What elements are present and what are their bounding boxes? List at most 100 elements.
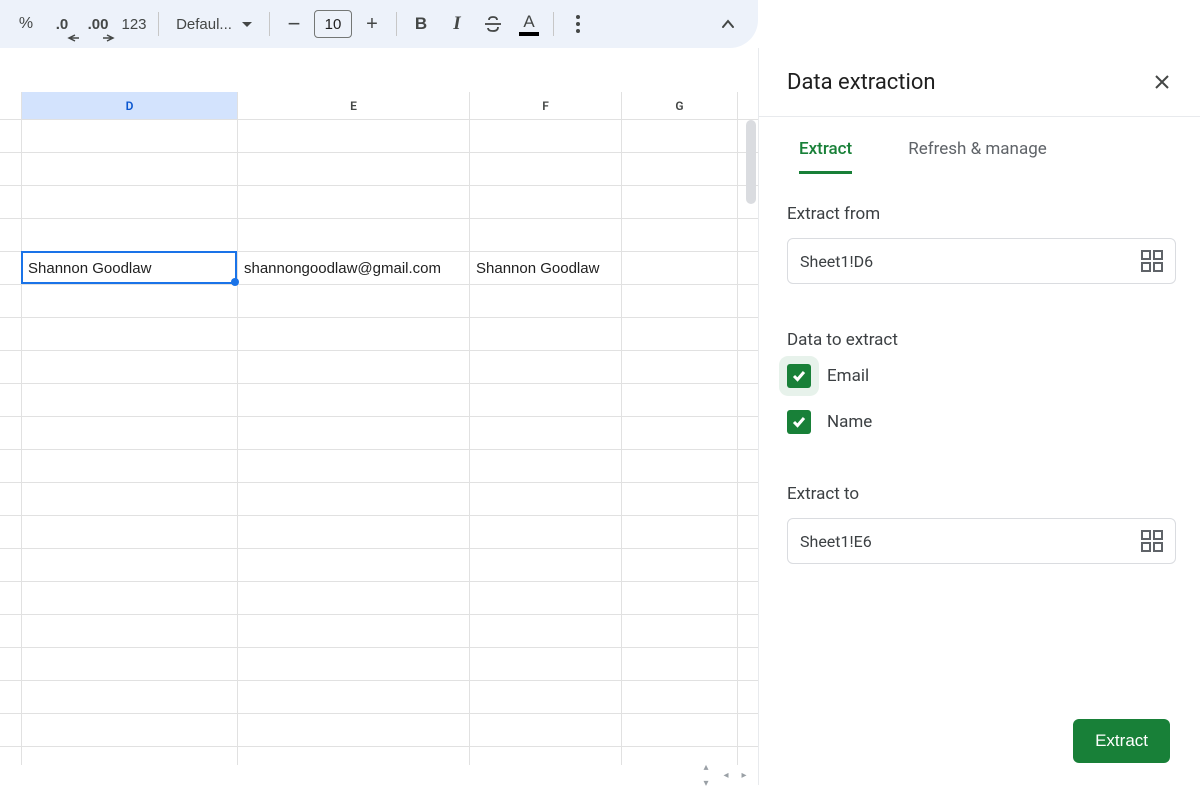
decrease-font-size-button[interactable]: −	[278, 8, 310, 40]
row-header-stub[interactable]	[0, 417, 22, 449]
cell[interactable]	[470, 714, 622, 746]
row-header-stub[interactable]	[0, 516, 22, 548]
extract-button[interactable]: Extract	[1073, 719, 1170, 763]
cell[interactable]	[22, 714, 238, 746]
row-header-stub[interactable]	[0, 384, 22, 416]
cell[interactable]	[238, 582, 470, 614]
cell[interactable]	[470, 384, 622, 416]
checkbox-name[interactable]	[787, 410, 811, 434]
cell[interactable]	[238, 285, 470, 317]
cell[interactable]	[622, 549, 738, 581]
cell[interactable]	[622, 318, 738, 350]
row-header-stub[interactable]	[0, 615, 22, 647]
cell[interactable]	[22, 450, 238, 482]
cell[interactable]	[622, 120, 738, 152]
cell[interactable]	[470, 417, 622, 449]
cell[interactable]: shannongoodlaw@gmail.com	[238, 252, 470, 284]
cell[interactable]	[238, 219, 470, 251]
number-format-button[interactable]: 123	[118, 8, 150, 40]
cell[interactable]	[470, 318, 622, 350]
cell[interactable]	[470, 549, 622, 581]
cell[interactable]	[22, 318, 238, 350]
cell[interactable]	[22, 516, 238, 548]
row-header-stub[interactable]	[0, 450, 22, 482]
column-header-E[interactable]: E	[238, 92, 470, 119]
cell[interactable]	[470, 483, 622, 515]
increase-font-size-button[interactable]: +	[356, 8, 388, 40]
cell[interactable]	[470, 516, 622, 548]
collapse-toolbar-button[interactable]	[712, 8, 744, 40]
cell[interactable]	[22, 483, 238, 515]
cell[interactable]	[622, 714, 738, 746]
cell[interactable]	[470, 747, 622, 765]
cell[interactable]	[238, 714, 470, 746]
range-picker-icon[interactable]	[1141, 530, 1163, 552]
cell[interactable]: Shannon Goodlaw	[22, 252, 238, 284]
cell[interactable]	[238, 450, 470, 482]
row-header-stub[interactable]	[0, 714, 22, 746]
cell[interactable]	[238, 318, 470, 350]
cell[interactable]	[22, 186, 238, 218]
row-header-stub[interactable]	[0, 120, 22, 152]
cell[interactable]	[22, 648, 238, 680]
cell[interactable]	[22, 747, 238, 765]
scroll-left-button[interactable]: ◂	[718, 767, 734, 783]
cell[interactable]	[470, 450, 622, 482]
cell[interactable]	[622, 747, 738, 765]
cell[interactable]	[238, 120, 470, 152]
format-percent-button[interactable]: %	[10, 8, 42, 40]
cell[interactable]	[622, 615, 738, 647]
cell[interactable]	[22, 417, 238, 449]
cell[interactable]	[622, 417, 738, 449]
cell[interactable]	[622, 450, 738, 482]
cell[interactable]	[22, 153, 238, 185]
row-header-stub[interactable]	[0, 252, 22, 284]
cell[interactable]	[238, 516, 470, 548]
cell[interactable]	[470, 615, 622, 647]
column-header-G[interactable]: G	[622, 92, 738, 119]
row-header-stub[interactable]	[0, 186, 22, 218]
row-header-stub[interactable]	[0, 582, 22, 614]
cell[interactable]	[622, 582, 738, 614]
range-picker-icon[interactable]	[1141, 250, 1163, 272]
vertical-scrollbar-thumb[interactable]	[746, 120, 756, 204]
cell[interactable]	[470, 186, 622, 218]
bold-button[interactable]: B	[405, 8, 437, 40]
strikethrough-button[interactable]	[477, 8, 509, 40]
cell[interactable]	[622, 384, 738, 416]
cell[interactable]	[470, 153, 622, 185]
cell[interactable]	[238, 153, 470, 185]
more-options-button[interactable]	[562, 8, 594, 40]
row-header-stub[interactable]	[0, 648, 22, 680]
cell[interactable]	[22, 681, 238, 713]
cell[interactable]	[238, 681, 470, 713]
column-header-D[interactable]: D	[22, 92, 238, 119]
cell[interactable]	[238, 549, 470, 581]
cell[interactable]	[22, 351, 238, 383]
cell[interactable]	[622, 153, 738, 185]
grid-body[interactable]: Shannon Goodlawshannongoodlaw@gmail.comS…	[0, 120, 758, 765]
cell[interactable]	[238, 483, 470, 515]
cell[interactable]	[238, 417, 470, 449]
cell[interactable]	[622, 186, 738, 218]
scroll-down-button[interactable]: ▾	[698, 775, 714, 791]
cell[interactable]	[238, 186, 470, 218]
row-header-stub[interactable]	[0, 219, 22, 251]
font-family-dropdown[interactable]: Defaul...	[167, 9, 261, 39]
scroll-right-button[interactable]: ▸	[736, 767, 752, 783]
corner-stub[interactable]	[0, 92, 22, 119]
cell[interactable]	[622, 483, 738, 515]
row-header-stub[interactable]	[0, 318, 22, 350]
cell[interactable]	[22, 120, 238, 152]
cell[interactable]	[238, 648, 470, 680]
cell[interactable]	[622, 648, 738, 680]
row-header-stub[interactable]	[0, 747, 22, 765]
checkbox-email[interactable]	[787, 364, 811, 388]
cell[interactable]	[622, 681, 738, 713]
row-header-stub[interactable]	[0, 285, 22, 317]
extract-to-field[interactable]: Sheet1!E6	[787, 518, 1176, 564]
cell[interactable]	[622, 351, 738, 383]
cell[interactable]	[22, 582, 238, 614]
cell[interactable]	[22, 219, 238, 251]
row-header-stub[interactable]	[0, 681, 22, 713]
